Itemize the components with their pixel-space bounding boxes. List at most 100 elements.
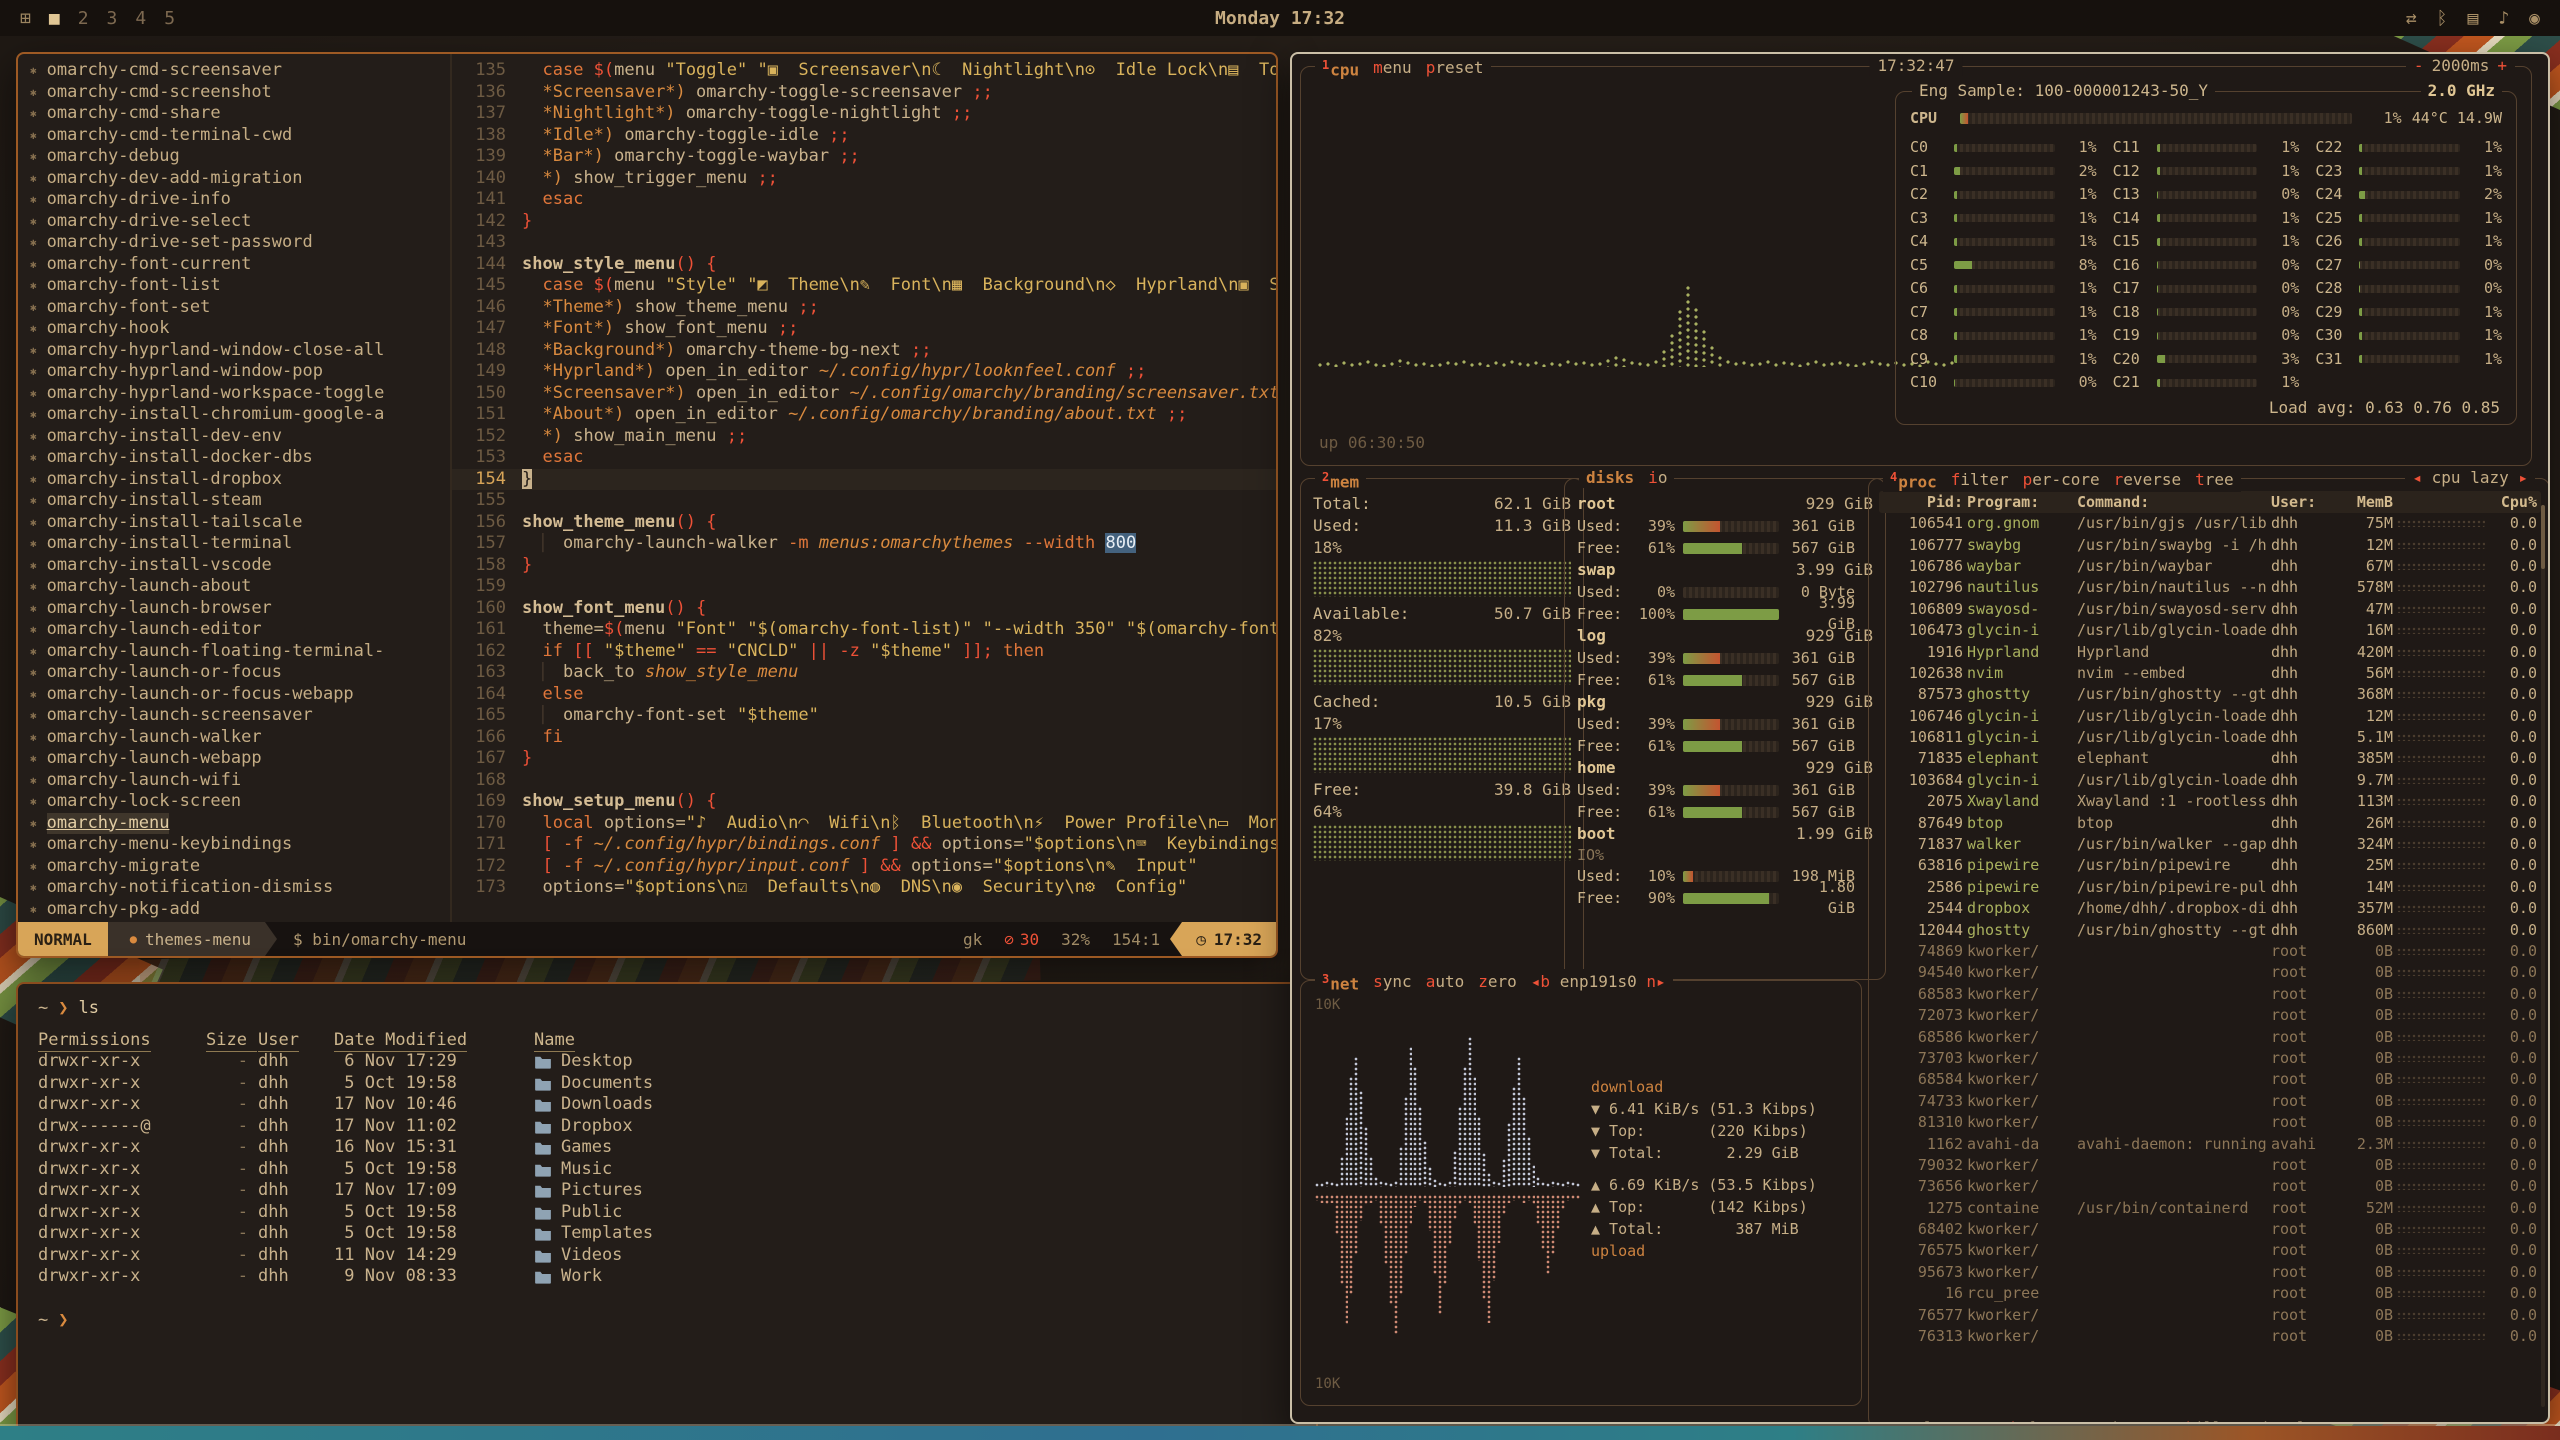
bluetooth-icon[interactable]: ᛒ (2437, 8, 2448, 29)
file-tree-item[interactable]: ✱ omarchy-launch-about (30, 576, 450, 598)
file-tree-item[interactable]: ✱ omarchy-launch-or-focus (30, 662, 450, 684)
scrollbar-thumb[interactable] (2541, 505, 2545, 569)
col-program[interactable]: Program: (1967, 492, 2073, 513)
col-command[interactable]: Command: (2077, 492, 2267, 513)
process-row[interactable]: 1162 avahi-da avahi-daemon: running [ av… (1879, 1133, 2541, 1154)
proc-option-button[interactable]: per-core (2023, 469, 2100, 490)
workspace-active-icon[interactable]: ■ (49, 8, 60, 29)
file-tree-item[interactable]: ✱ omarchy-notification-dismiss (30, 877, 450, 899)
file-tree-item[interactable]: ✱ omarchy-launch-walker (30, 727, 450, 749)
file-tree-item[interactable]: ✱ omarchy-hyprland-window-close-all (30, 340, 450, 362)
select-control[interactable]: ↑ select ↓ (1883, 1418, 1983, 1424)
col-user[interactable]: User: (2271, 492, 2329, 513)
disks-box-title[interactable]: disks (1586, 467, 1634, 488)
process-row[interactable]: 106786 waybar /usr/bin/waybar dhh 67M 0.… (1879, 556, 2541, 577)
file-tree-item[interactable]: ✱ omarchy-install-docker-dbs (30, 447, 450, 469)
apps-icon[interactable]: ⊞ (20, 8, 31, 29)
file-tree-item[interactable]: ✱ omarchy-menu (30, 813, 450, 835)
col-pid[interactable]: Pid: (1883, 492, 1963, 513)
process-row[interactable]: 106811 glycin-i /usr/lib/glycin-loaders … (1879, 727, 2541, 748)
io-mode-button[interactable]: io (1648, 467, 1667, 488)
workspace-number[interactable]: 4 (135, 8, 146, 29)
process-row[interactable]: 102796 nautilus /usr/bin/nautilus --new … (1879, 577, 2541, 598)
volume-icon[interactable]: ♪ (2498, 8, 2509, 29)
file-tree-item[interactable]: ✱ omarchy-pkg-add (30, 899, 450, 921)
net-option-button[interactable]: sync (1373, 971, 1412, 992)
process-row[interactable]: 87573 ghostty /usr/bin/ghostty --gtk- dh… (1879, 684, 2541, 705)
file-tree-item[interactable]: ✱ omarchy-drive-select (30, 211, 450, 233)
file-tree-item[interactable]: ✱ omarchy-font-list (30, 275, 450, 297)
file-tree-item[interactable]: ✱ omarchy-font-current (30, 254, 450, 276)
file-tree-item[interactable]: ✱ omarchy-drive-info (30, 189, 450, 211)
file-tree-item[interactable]: ✱ omarchy-hyprland-window-pop (30, 361, 450, 383)
process-row[interactable]: 95673 kworker/ root 0B 0.0 (1879, 1262, 2541, 1283)
process-row[interactable]: 102638 nvim nvim --embed dhh 56M 0.0 (1879, 663, 2541, 684)
sync-icon[interactable]: ⇄ (2406, 8, 2417, 29)
process-row[interactable]: 76575 kworker/ root 0B 0.0 (1879, 1240, 2541, 1261)
iface-prev-button[interactable]: ◂b (1531, 972, 1550, 991)
col-cpu[interactable]: Cpu% (2489, 492, 2537, 513)
file-tree-item[interactable]: ✱ omarchy-install-dropbox (30, 469, 450, 491)
file-tree-item[interactable]: ✱ omarchy-install-dev-env (30, 426, 450, 448)
col-memb[interactable]: MemB (2333, 492, 2393, 513)
process-row[interactable]: 2586 pipewire /usr/bin/pipewire-pulse dh… (1879, 877, 2541, 898)
interval-decrease-button[interactable]: - (2414, 55, 2424, 76)
process-row[interactable]: 94540 kworker/ root 0B 0.0 (1879, 962, 2541, 983)
process-row[interactable]: 73656 kworker/ root 0B 0.0 (1879, 1176, 2541, 1197)
process-row[interactable]: 106809 swayosd- /usr/bin/swayosd-server … (1879, 599, 2541, 620)
process-row[interactable]: 68583 kworker/ root 0B 0.0 (1879, 984, 2541, 1005)
workspace-number[interactable]: 2 (78, 8, 89, 29)
cpu-box-title[interactable]: 1cpu (1322, 55, 1359, 80)
signals-button[interactable]: signals (2247, 1418, 2320, 1424)
proc-option-button[interactable]: reverse (2114, 469, 2181, 490)
proc-box-title[interactable]: 4proc (1890, 467, 1937, 492)
process-row[interactable]: 74869 kworker/ root 0B 0.0 (1879, 941, 2541, 962)
file-tree-item[interactable]: ✱ omarchy-cmd-screensaver (30, 60, 450, 82)
process-row[interactable]: 81310 kworker/ root 0B 0.0 (1879, 1112, 2541, 1133)
process-row[interactable]: 106777 swaybg /usr/bin/swaybg -i /hom dh… (1879, 534, 2541, 555)
file-tree-item[interactable]: ✱ omarchy-install-chromium-google-a (30, 404, 450, 426)
process-scrollbar[interactable] (2541, 505, 2545, 1407)
process-row[interactable]: 103684 glycin-i /usr/lib/glycin-loaders … (1879, 770, 2541, 791)
process-row[interactable]: 76577 kworker/ root 0B 0.0 (1879, 1304, 2541, 1325)
file-tree-item[interactable]: ✱ omarchy-install-steam (30, 490, 450, 512)
file-tree-item[interactable]: ✱ omarchy-launch-floating-terminal- (30, 641, 450, 663)
file-tree-item[interactable]: ✱ omarchy-launch-wifi (30, 770, 450, 792)
file-tree-item[interactable]: ✱ omarchy-migrate (30, 856, 450, 878)
process-row[interactable]: 2544 dropbox /home/dhh/.dropbox-dist dhh… (1879, 898, 2541, 919)
process-row[interactable]: 106746 glycin-i /usr/lib/glycin-loaders … (1879, 706, 2541, 727)
file-tree-item[interactable]: ✱ omarchy-launch-editor (30, 619, 450, 641)
code-pane[interactable]: 135 case $(menu "Toggle" "▣ Screensaver\… (452, 54, 1276, 922)
file-tree-item[interactable]: ✱ omarchy-cmd-terminal-cwd (30, 125, 450, 147)
process-row[interactable]: 72073 kworker/ root 0B 0.0 (1879, 1005, 2541, 1026)
interval-increase-button[interactable]: + (2497, 55, 2507, 76)
file-tree-item[interactable]: ✱ omarchy-install-tailscale (30, 512, 450, 534)
menu-button[interactable]: menu (1373, 57, 1412, 78)
process-row[interactable]: 79032 kworker/ root 0B 0.0 (1879, 1155, 2541, 1176)
terminal-window[interactable]: ~❯ls Permissions Size User Date Modified… (16, 982, 1318, 1440)
net-option-button[interactable]: zero (1478, 971, 1517, 992)
process-row[interactable]: 68402 kworker/ root 0B 0.0 (1879, 1219, 2541, 1240)
file-tree-item[interactable]: ✱ omarchy-install-terminal (30, 533, 450, 555)
process-row[interactable]: 106541 org.gnom /usr/bin/gjs /usr/lib/o … (1879, 513, 2541, 534)
file-tree-item[interactable]: ✱ omarchy-lock-screen (30, 791, 450, 813)
sort-prev-button[interactable]: ◂ (2412, 468, 2422, 487)
process-row[interactable]: 76313 kworker/ root 0B 0.0 (1879, 1326, 2541, 1347)
file-tree[interactable]: ✱ omarchy-cmd-screensaver ✱ omarchy-cmd-… (18, 54, 450, 922)
file-tree-item[interactable]: ✱ omarchy-menu-keybindings (30, 834, 450, 856)
process-row[interactable]: 71837 walker /usr/bin/walker --gappl dhh… (1879, 834, 2541, 855)
file-tree-item[interactable]: ✱ omarchy-drive-set-password (30, 232, 450, 254)
file-tree-item[interactable]: ✱ omarchy-hyprland-workspace-toggle (30, 383, 450, 405)
proc-option-button[interactable]: filter (1951, 469, 2009, 490)
file-tree-item[interactable]: ✱ omarchy-launch-or-focus-webapp (30, 684, 450, 706)
preset-button[interactable]: preset (1426, 57, 1484, 78)
iface-next-button[interactable]: n▸ (1646, 972, 1665, 991)
process-row[interactable]: 106473 glycin-i /usr/lib/glycin-loaders … (1879, 620, 2541, 641)
process-row[interactable]: 68586 kworker/ root 0B 0.0 (1879, 1026, 2541, 1047)
net-option-button[interactable]: auto (1426, 971, 1465, 992)
file-tree-item[interactable]: ✱ omarchy-hook (30, 318, 450, 340)
workspace-number[interactable]: 3 (107, 8, 118, 29)
proc-option-button[interactable]: tree (2195, 469, 2234, 490)
process-row[interactable]: 63816 pipewire /usr/bin/pipewire dhh 25M… (1879, 855, 2541, 876)
file-tree-item[interactable]: ✱ omarchy-install-vscode (30, 555, 450, 577)
